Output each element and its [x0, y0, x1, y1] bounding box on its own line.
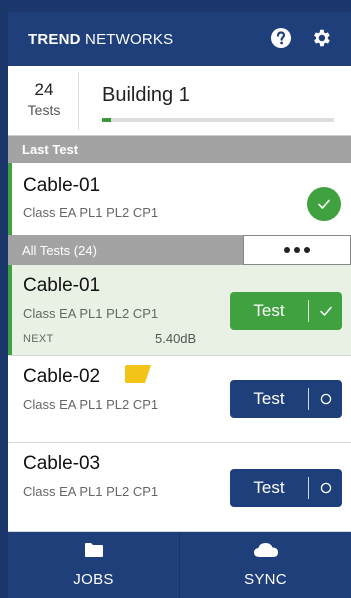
cable-name: Cable-01: [23, 175, 101, 196]
test-button[interactable]: Test: [230, 380, 342, 418]
divider: [78, 72, 79, 130]
cable-name: Cable-02: [23, 366, 101, 387]
check-icon: [309, 304, 342, 318]
project-summary[interactable]: 24 Tests Building 1: [8, 66, 351, 136]
gear-icon[interactable]: [309, 26, 333, 50]
last-test-card[interactable]: Cable-01 Class EA PL1 PL2 CP1: [8, 163, 351, 235]
test-button[interactable]: Test: [230, 469, 342, 507]
all-tests-header: All Tests (24): [8, 235, 351, 265]
help-icon[interactable]: [269, 26, 293, 50]
progress-bar: [102, 118, 334, 122]
next-value: 5.40dB: [155, 331, 197, 346]
cloud-icon: [253, 542, 279, 563]
folder-icon: [84, 542, 104, 563]
nav-sync[interactable]: SYNC: [179, 532, 351, 598]
progress-fill: [102, 118, 112, 122]
building-name: Building 1: [102, 84, 190, 106]
cable-name: Cable-01: [23, 275, 101, 296]
test-button[interactable]: Test: [230, 292, 342, 330]
cable-class: Class EA PL1 PL2 CP1: [23, 397, 159, 412]
brand-logo: TREND NETWORKS: [28, 30, 174, 48]
app-frame: TREND NETWORKS 24 Tests Building 1 Last …: [0, 0, 351, 598]
next-label: NEXT: [23, 333, 54, 345]
pass-accent: [8, 163, 12, 235]
cable-class: Class EA PL1 PL2 CP1: [23, 306, 159, 321]
circle-icon: [309, 393, 342, 405]
last-test-header: Last Test: [8, 136, 351, 163]
check-icon: [307, 187, 341, 221]
tag-icon: [123, 364, 153, 384]
test-count: 24 Tests: [27, 80, 61, 118]
cable-class: Class EA PL1 PL2 CP1: [23, 205, 159, 220]
app-header: TREND NETWORKS: [8, 12, 351, 66]
bottom-nav: JOBS SYNC: [8, 532, 351, 598]
test-row[interactable]: Cable-03 Class EA PL1 PL2 CP1 Test: [8, 443, 351, 532]
test-row[interactable]: Cable-02 Class EA PL1 PL2 CP1 Test: [8, 356, 351, 443]
pass-accent: [8, 265, 12, 355]
cable-name: Cable-03: [23, 453, 101, 474]
more-icon[interactable]: [243, 235, 351, 265]
test-row[interactable]: Cable-01 Class EA PL1 PL2 CP1 NEXT 5.40d…: [8, 265, 351, 356]
all-tests-label: All Tests (24): [22, 243, 97, 258]
nav-jobs[interactable]: JOBS: [8, 532, 179, 598]
cable-class: Class EA PL1 PL2 CP1: [23, 484, 159, 499]
circle-icon: [309, 482, 342, 494]
